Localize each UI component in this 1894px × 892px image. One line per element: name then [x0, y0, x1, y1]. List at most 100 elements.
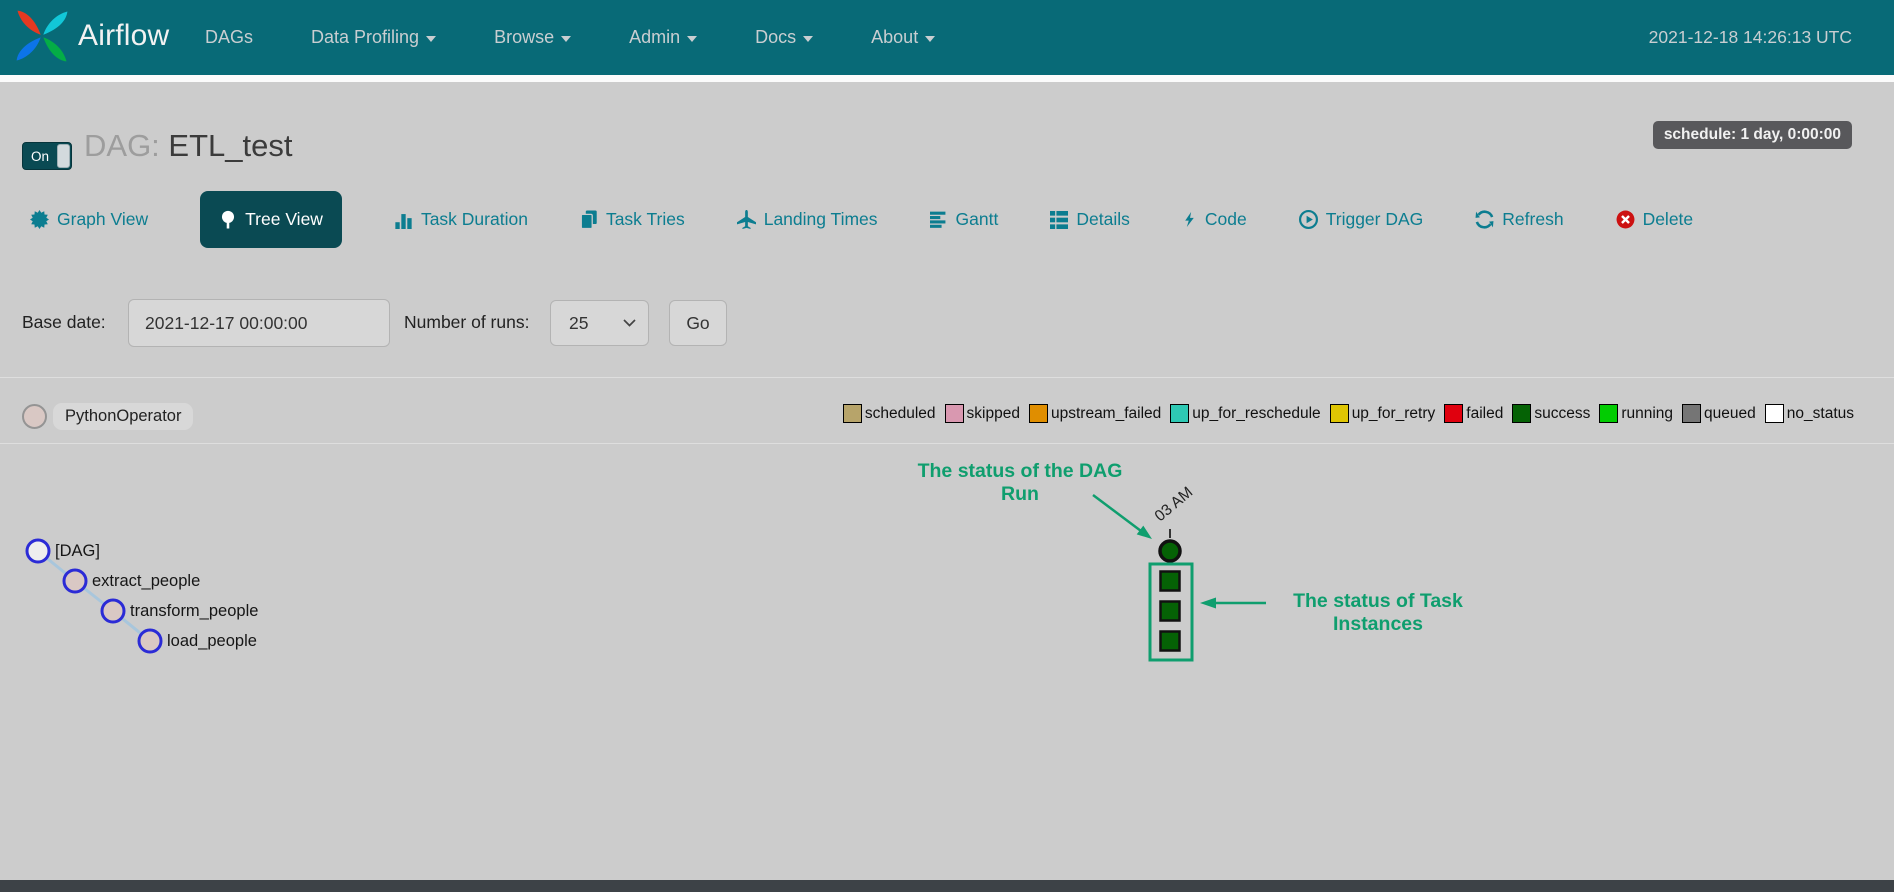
status-key-running: running	[1599, 404, 1673, 423]
nav-item-dags[interactable]: DAGs	[205, 27, 253, 48]
dag-prefix: DAG:	[84, 128, 160, 163]
tree-node-transform-people[interactable]	[102, 600, 124, 622]
task-tries-icon	[580, 210, 598, 229]
status-swatch	[1765, 404, 1784, 423]
chevron-down-icon	[623, 319, 636, 327]
node-label-dag[interactable]: [DAG]	[55, 542, 100, 561]
status-label: scheduled	[865, 405, 936, 423]
node-label-load-people[interactable]: load_people	[167, 632, 257, 651]
caret-down-icon	[426, 36, 436, 42]
nav-item-label: Browse	[494, 27, 554, 48]
tab-task-tries[interactable]: Task Tries	[580, 191, 685, 248]
status-swatch	[1330, 404, 1349, 423]
tree-links	[38, 551, 150, 641]
caret-down-icon	[803, 36, 813, 42]
status-label: success	[1534, 405, 1590, 423]
toggle-on-label: On	[23, 149, 57, 164]
tab-landing-times[interactable]: Landing Times	[737, 191, 878, 248]
task-instances-annotation: The status of Task Instances	[1272, 590, 1484, 636]
landing-times-icon	[737, 210, 756, 229]
bottom-bar	[0, 880, 1894, 892]
tab-code[interactable]: Code	[1182, 191, 1247, 248]
status-key-no-status: no_status	[1765, 404, 1854, 423]
task-instance-transform-people[interactable]	[1161, 602, 1180, 621]
tab-label: Graph View	[57, 209, 148, 230]
tab-details[interactable]: Details	[1050, 191, 1130, 248]
schedule-badge: schedule: 1 day, 0:00:00	[1653, 121, 1852, 149]
status-label: up_for_retry	[1352, 405, 1436, 423]
status-key-success: success	[1512, 404, 1590, 423]
dag-run-annotation-arrowhead	[1137, 526, 1152, 539]
status-label: up_for_reschedule	[1192, 405, 1320, 423]
nav-item-label: DAGs	[205, 27, 253, 48]
num-runs-select[interactable]: 25	[550, 300, 649, 346]
nav-menu: DAGs Data Profiling Browse Admin Docs Ab…	[205, 0, 935, 75]
nav-item-admin[interactable]: Admin	[629, 27, 697, 48]
tab-tree-view[interactable]: Tree View	[200, 191, 342, 248]
toggle-handle	[57, 144, 70, 168]
nav-item-label: Docs	[755, 27, 796, 48]
task-instances-annotation-arrowhead	[1200, 598, 1216, 609]
status-swatch	[1170, 404, 1189, 423]
status-key-queued: queued	[1682, 404, 1756, 423]
tab-label: Tree View	[245, 209, 323, 230]
page-title: DAG: ETL_test	[84, 128, 292, 164]
tab-label: Trigger DAG	[1326, 209, 1424, 230]
caret-down-icon	[561, 36, 571, 42]
caret-down-icon	[687, 36, 697, 42]
base-date-label: Base date:	[22, 298, 106, 346]
graph-view-icon	[30, 210, 49, 229]
view-tabs: Graph View Tree View Task Duration Task …	[30, 191, 1693, 248]
nav-item-browse[interactable]: Browse	[494, 27, 571, 48]
task-duration-icon	[394, 210, 413, 229]
details-icon	[1050, 211, 1068, 229]
nav-item-data-profiling[interactable]: Data Profiling	[311, 27, 436, 48]
operator-legend-swatch	[22, 404, 47, 429]
status-swatch	[1029, 404, 1048, 423]
dag-run-status-circle[interactable]	[1160, 541, 1180, 561]
dag-pause-toggle[interactable]: On	[22, 142, 72, 170]
tab-trigger-dag[interactable]: Trigger DAG	[1299, 191, 1424, 248]
status-key-failed: failed	[1444, 404, 1503, 423]
divider	[0, 443, 1894, 444]
tree-node-dag[interactable]	[27, 540, 49, 562]
base-date-input[interactable]	[128, 299, 390, 347]
task-instance-extract-people[interactable]	[1161, 572, 1180, 591]
caret-down-icon	[925, 36, 935, 42]
go-button[interactable]: Go	[669, 300, 727, 346]
status-label: upstream_failed	[1051, 405, 1161, 423]
tree-node-extract-people[interactable]	[64, 570, 86, 592]
node-label-transform-people[interactable]: transform_people	[130, 602, 258, 621]
tab-refresh[interactable]: Refresh	[1475, 191, 1563, 248]
brand[interactable]: Airflow	[14, 8, 169, 64]
status-label: queued	[1704, 405, 1756, 423]
tab-label: Landing Times	[764, 209, 878, 230]
tab-delete[interactable]: Delete	[1616, 191, 1694, 248]
tab-label: Details	[1076, 209, 1130, 230]
airflow-logo-icon	[14, 8, 70, 64]
tab-label: Gantt	[956, 209, 999, 230]
nav-item-docs[interactable]: Docs	[755, 27, 813, 48]
tab-task-duration[interactable]: Task Duration	[394, 191, 528, 248]
node-label-extract-people[interactable]: extract_people	[92, 572, 200, 591]
tab-gantt[interactable]: Gantt	[930, 191, 999, 248]
nav-item-about[interactable]: About	[871, 27, 935, 48]
status-swatch	[1599, 404, 1618, 423]
airflow-tree-view-page: Airflow DAGs Data Profiling Browse Admin…	[0, 0, 1894, 892]
tree-node-load-people[interactable]	[139, 630, 161, 652]
tree-chart-canvas: 03 AM	[0, 450, 1894, 880]
gantt-icon	[930, 211, 948, 229]
status-label: skipped	[967, 405, 1020, 423]
tab-label: Refresh	[1502, 209, 1563, 230]
num-runs-label: Number of runs:	[404, 298, 529, 346]
status-label: failed	[1466, 405, 1503, 423]
status-swatch	[945, 404, 964, 423]
utc-clock: 2021-12-18 14:26:13 UTC	[1649, 0, 1852, 75]
task-instance-load-people[interactable]	[1161, 632, 1180, 651]
nav-item-label: Data Profiling	[311, 27, 419, 48]
tab-graph-view[interactable]: Graph View	[30, 191, 148, 248]
status-label: running	[1621, 405, 1673, 423]
status-swatch	[843, 404, 862, 423]
tab-label: Code	[1205, 209, 1247, 230]
code-icon	[1182, 210, 1197, 229]
